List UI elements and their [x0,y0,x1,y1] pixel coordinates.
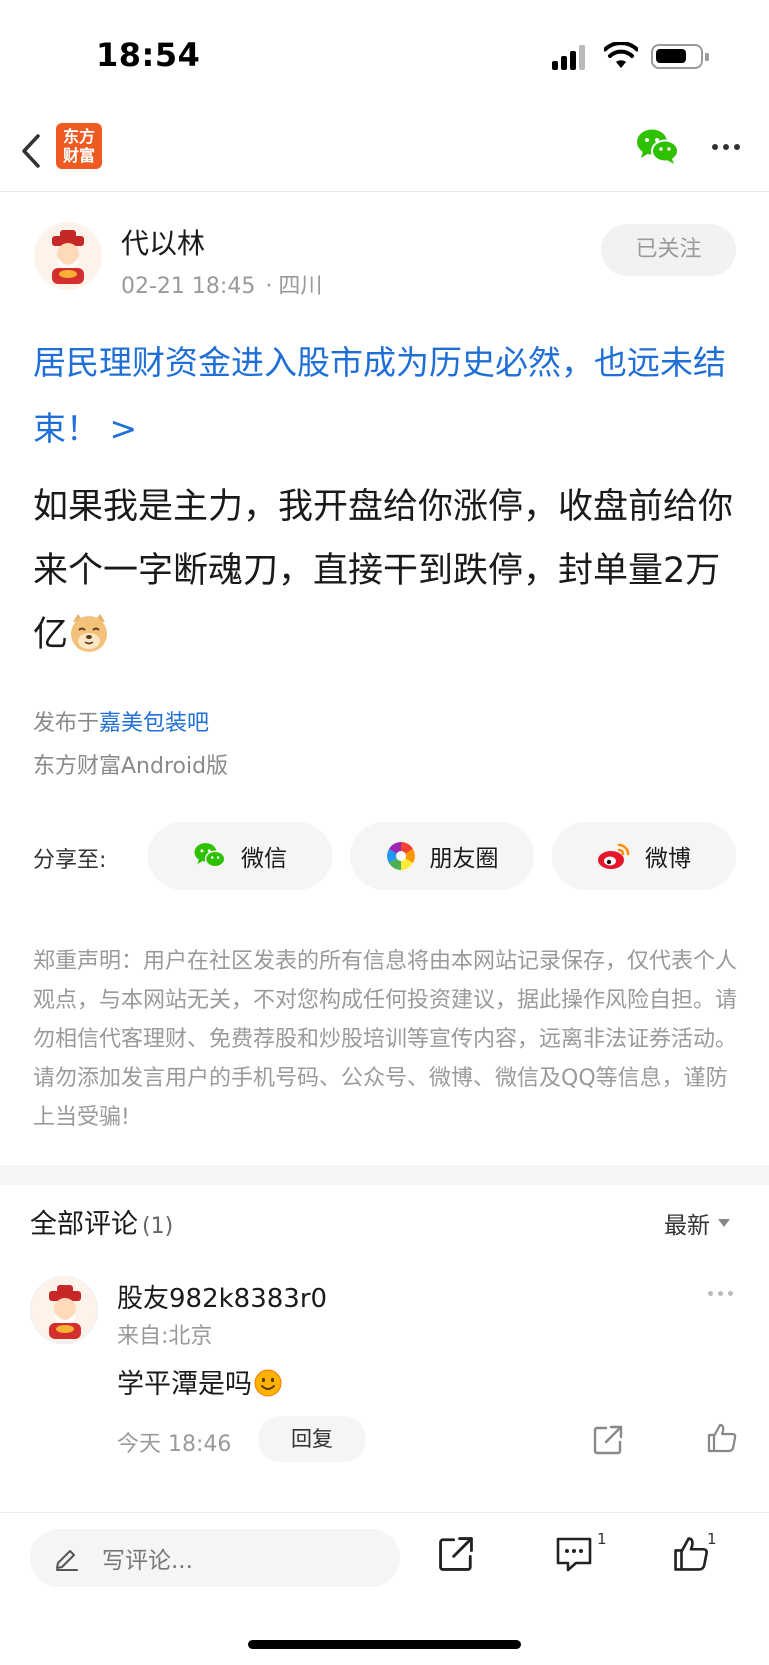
forum-link[interactable]: 嘉美包装吧 [99,711,209,736]
app-logo: 东方 财富 [56,123,102,169]
logo-line1: 东方 [62,127,95,146]
more-icon[interactable] [712,144,740,150]
share-icon[interactable] [437,1535,475,1573]
pencil-icon [56,1550,78,1571]
home-indicator[interactable] [248,1640,521,1649]
author-meta: 02-21 18:45 · 四川 [121,274,323,299]
caret-down-icon [718,1219,730,1227]
commenter-name[interactable]: 股友982k8383r0 [117,1278,327,1315]
nav-bar: 东方 财富 [0,110,769,192]
comments-title: 全部评论 [30,1209,138,1240]
status-time: 18:54 [96,36,201,74]
section-divider [0,1165,769,1185]
follow-button[interactable]: 已关注 [601,224,736,276]
like-icon[interactable] [706,1422,738,1454]
signal-icon [552,44,590,70]
comment-icon[interactable] [554,1535,594,1573]
share-icon[interactable] [592,1424,624,1456]
share-weibo-button[interactable]: 微博 [552,822,736,890]
post-content-text: 如果我是主力，我开盘给你涨停，收盘前给你来个一字断魂刀，直接干到跌停，封单量2万… [33,487,734,655]
back-icon[interactable] [18,128,48,174]
weibo-icon [598,843,630,869]
comments-count: (1) [142,1214,174,1239]
comments-header: 全部评论 (1) [30,1202,173,1241]
share-label: 分享至: [33,848,107,873]
battery-icon [651,44,709,69]
status-bar: 18:54 [0,0,769,110]
author-avatar[interactable] [34,222,102,290]
wechat-icon [194,843,226,868]
reply-button[interactable]: 回复 [258,1416,366,1462]
comment-time: 今天 18:46 [117,1432,232,1457]
comment-text: 学平潭是吗 [117,1362,282,1401]
doge-emoji-icon [71,614,108,652]
sort-label: 最新 [664,1213,710,1239]
wechat-icon[interactable] [636,128,680,166]
published-prefix: 发布于 [33,711,100,736]
author-name[interactable]: 代以林 [121,222,205,262]
sort-select[interactable]: 最新 [664,1206,730,1240]
published-in: 发布于嘉美包装吧 [33,705,209,737]
comment-count-badge: 1 [597,1530,607,1548]
comment-input[interactable]: 写评论... [30,1529,400,1587]
author-location: 四川 [278,274,323,299]
share-moments-button[interactable]: 朋友圈 [350,822,534,890]
client-source: 东方财富Android版 [33,754,229,779]
comment-text-content: 学平潭是吗 [117,1369,252,1400]
comment-more-icon[interactable] [708,1291,733,1296]
post-time: 02-21 18:45 [121,274,256,299]
wifi-icon [604,42,638,68]
moments-icon [386,842,415,870]
share-wechat-label: 微信 [241,846,287,872]
like-icon[interactable] [672,1535,710,1573]
post-title[interactable]: 居民理财资金进入股市成为历史必然，也远未结束！ > [33,330,743,462]
share-wechat-button[interactable]: 微信 [148,822,332,890]
share-weibo-label: 微博 [645,846,691,872]
like-count-badge: 1 [707,1530,717,1548]
comment-input-placeholder: 写评论... [102,1548,193,1574]
post-content: 如果我是主力，我开盘给你涨停，收盘前给你来个一字断魂刀，直接干到跌停，封单量2万… [33,475,745,667]
commenter-location: 来自:北京 [117,1324,213,1349]
disclaimer: 郑重声明：用户在社区发表的所有信息将由本网站记录保存，仅代表个人观点，与本网站无… [33,949,738,1130]
logo-line2: 财富 [62,146,95,165]
share-moments-label: 朋友圈 [429,846,499,872]
smile-emoji-icon [254,1369,282,1397]
commenter-avatar[interactable] [30,1276,98,1344]
